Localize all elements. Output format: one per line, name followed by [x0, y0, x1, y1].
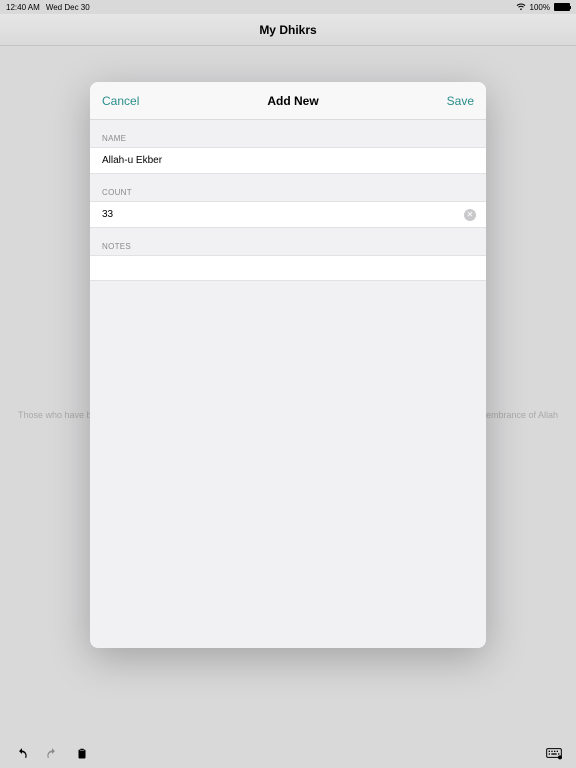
count-input[interactable]	[102, 209, 474, 220]
redo-icon[interactable]	[44, 746, 60, 762]
keyboard-icon[interactable]	[546, 746, 562, 762]
count-section-label: COUNT	[90, 174, 486, 201]
save-button[interactable]: Save	[447, 94, 474, 108]
wifi-icon	[516, 3, 526, 11]
cancel-button[interactable]: Cancel	[102, 94, 139, 108]
name-field[interactable]	[90, 147, 486, 174]
notes-section-label: NOTES	[90, 228, 486, 255]
add-new-modal: Cancel Add New Save NAME COUNT ✕ NOTES	[90, 82, 486, 648]
bg-text-left: Those who have b	[18, 410, 92, 420]
modal-title: Add New	[267, 94, 318, 108]
status-bar: 12:40 AM Wed Dec 30 100%	[0, 0, 576, 14]
clear-count-icon[interactable]: ✕	[464, 209, 476, 221]
notes-input[interactable]	[102, 263, 474, 274]
notes-field[interactable]	[90, 255, 486, 281]
bg-text-right: embrance of Allah	[486, 410, 558, 420]
status-date: Wed Dec 30	[46, 3, 90, 12]
clipboard-icon[interactable]	[74, 746, 90, 762]
undo-icon[interactable]	[14, 746, 30, 762]
status-time: 12:40 AM	[6, 3, 40, 12]
nav-bar: My Dhikrs	[0, 14, 576, 46]
modal-header: Cancel Add New Save	[90, 82, 486, 120]
page-title: My Dhikrs	[259, 23, 316, 37]
name-input[interactable]	[102, 155, 474, 166]
name-section-label: NAME	[90, 120, 486, 147]
bottom-toolbar	[0, 740, 576, 768]
battery-percent: 100%	[530, 3, 550, 12]
count-field[interactable]: ✕	[90, 201, 486, 228]
battery-icon	[554, 3, 570, 11]
